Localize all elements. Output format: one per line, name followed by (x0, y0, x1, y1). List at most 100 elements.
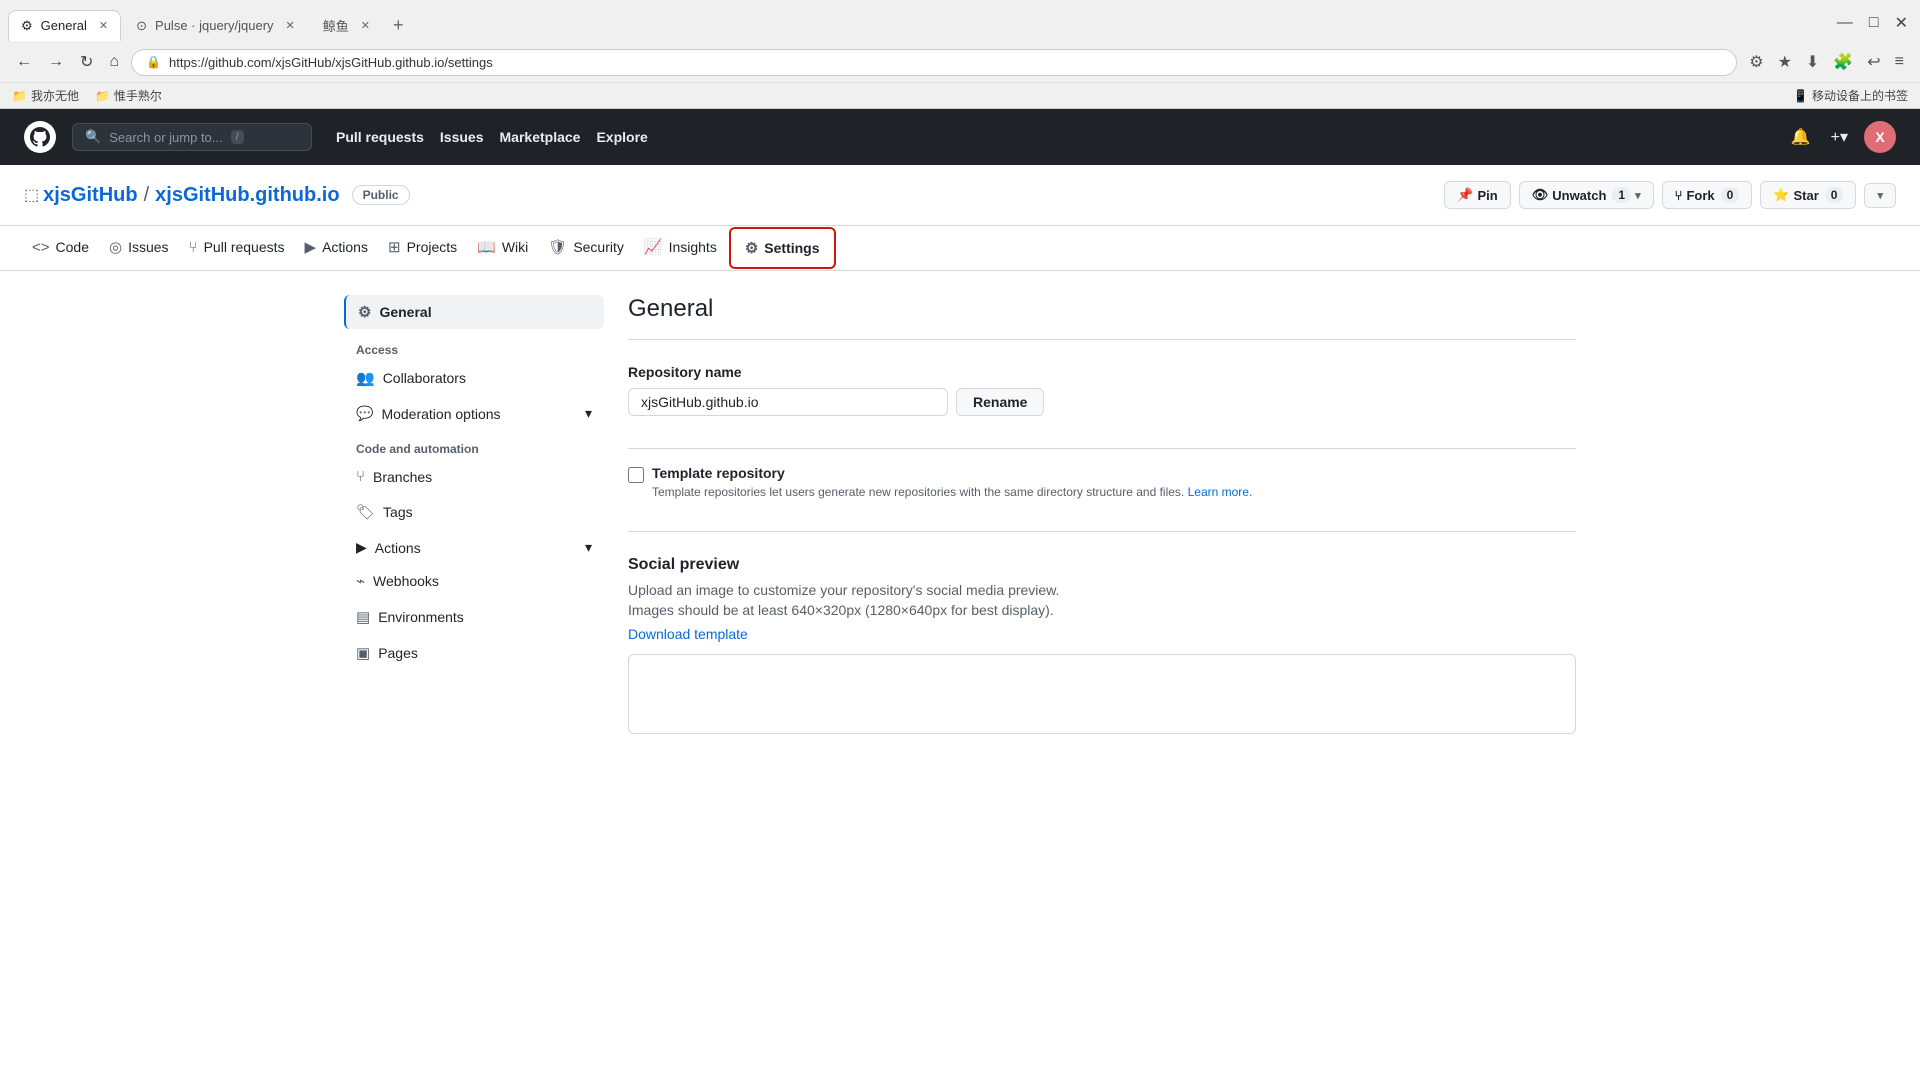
actions-chevron-icon: ▾ (585, 539, 592, 556)
browser-extensions-btn[interactable]: 🧩 (1829, 48, 1857, 76)
nav-tab-settings[interactable]: ⚙ Settings (729, 227, 836, 269)
sidebar-item-branches[interactable]: ⑂ Branches (344, 460, 604, 493)
sidebar-item-moderation[interactable]: 💬 Moderation options ▾ (344, 397, 604, 430)
bookmark-label-2: 惟手熟尔 (114, 87, 162, 104)
issues-nav-icon: ◎ (109, 238, 122, 256)
bookmark-button[interactable]: ★ (1774, 48, 1796, 76)
sidebar-item-general[interactable]: ⚙ General (344, 295, 604, 329)
repo-name-input[interactable] (628, 388, 948, 416)
sidebar-item-tags[interactable]: 🏷 Tags (344, 495, 604, 529)
sidebar-item-webhooks[interactable]: ⌁ Webhooks (344, 564, 604, 598)
wiki-nav-label: Wiki (502, 239, 528, 255)
new-item-button[interactable]: +▾ (1827, 123, 1852, 151)
social-preview-section: Social preview Upload an image to custom… (628, 556, 1576, 734)
undo-button[interactable]: ↩ (1863, 48, 1884, 76)
nav-marketplace[interactable]: Marketplace (500, 129, 581, 145)
webhooks-icon: ⌁ (356, 572, 365, 590)
nav-tab-pull-requests[interactable]: ⑂ Pull requests (181, 227, 293, 270)
rename-button[interactable]: Rename (956, 388, 1044, 416)
nav-tab-wiki[interactable]: 📖 Wiki (469, 226, 536, 270)
search-box[interactable]: 🔍 Search or jump to... / (72, 123, 312, 151)
forward-button[interactable]: → (44, 49, 68, 75)
security-icon: 🔒 (146, 55, 161, 69)
nav-tab-actions[interactable]: ▶ Actions (297, 226, 376, 270)
repo-nav: <> Code ◎ Issues ⑂ Pull requests ▶ Actio… (0, 226, 1920, 271)
fork-button[interactable]: ⑂ Fork 0 (1662, 181, 1753, 209)
prs-nav-label: Pull requests (204, 239, 285, 255)
star-button[interactable]: ⭐ Star 0 (1760, 181, 1856, 209)
bookmark-folder-icon-1: 📁 (12, 89, 27, 103)
pin-icon: 📌 (1457, 187, 1473, 203)
tags-icon: 🏷 (356, 503, 375, 521)
repo-name-section-title: Repository name (628, 364, 1576, 380)
tab-fish[interactable]: 鲸鱼 ✕ (310, 8, 383, 42)
close-browser-button[interactable]: ✕ (1891, 9, 1912, 37)
star-icon: ⭐ (1773, 187, 1789, 203)
github-logo[interactable] (24, 121, 56, 153)
bookmark-1[interactable]: 📁 我亦无他 (12, 87, 79, 104)
unwatch-button[interactable]: 👁 Unwatch 1 ▾ (1519, 181, 1654, 209)
tab-close-pulse[interactable]: ✕ (286, 19, 295, 32)
nav-tab-issues[interactable]: ◎ Issues (101, 226, 177, 270)
repo-type-icon: ⬚ (24, 185, 39, 205)
refresh-button[interactable]: ↻ (76, 48, 97, 76)
divider-2 (628, 531, 1576, 532)
minimize-button[interactable]: — (1833, 9, 1857, 37)
search-icon: 🔍 (85, 129, 101, 145)
address-bar[interactable]: 🔒 https://github.com/xjsGitHub/xjsGitHub… (131, 49, 1737, 76)
github-nav: Pull requests Issues Marketplace Explore (336, 129, 648, 145)
notifications-button[interactable]: 🔔 (1787, 123, 1815, 151)
wiki-nav-icon: 📖 (477, 238, 496, 256)
tab-title-pulse: Pulse · jquery/jquery (155, 18, 274, 33)
maximize-button[interactable]: □ (1865, 9, 1883, 37)
general-sidebar-icon: ⚙ (358, 303, 371, 321)
template-repo-checkbox[interactable] (628, 467, 644, 483)
nav-issues[interactable]: Issues (440, 129, 484, 145)
tab-general[interactable]: ⚙ General ✕ (8, 10, 121, 41)
unwatch-dropdown-icon: ▾ (1635, 189, 1641, 202)
sidebar-item-actions[interactable]: ▶ Actions ▾ (344, 531, 604, 564)
nav-tab-projects[interactable]: ⊞ Projects (380, 226, 465, 270)
template-repo-desc: Template repositories let users generate… (652, 485, 1252, 499)
nav-tab-security[interactable]: 🛡 Security (540, 226, 632, 270)
social-preview-desc: Upload an image to customize your reposi… (628, 582, 1576, 598)
bookmark-2[interactable]: 📁 惟手熟尔 (95, 87, 162, 104)
download-template-link[interactable]: Download template (628, 626, 1576, 642)
divider-1 (628, 448, 1576, 449)
repo-name[interactable]: xjsGitHub.github.io (155, 184, 339, 207)
sidebar-collaborators-label: Collaborators (383, 370, 466, 386)
pin-button[interactable]: 📌 Pin (1444, 181, 1510, 209)
avatar[interactable]: X (1864, 121, 1896, 153)
eye-icon: 👁 (1532, 187, 1549, 203)
menu-button[interactable]: ≡ (1891, 49, 1908, 75)
access-section-label: Access (344, 331, 604, 361)
star-dropdown-button[interactable]: ▾ (1864, 183, 1896, 208)
sidebar-general-label: General (379, 304, 431, 320)
url-text: https://github.com/xjsGitHub/xjsGitHub.g… (169, 55, 1722, 70)
sidebar-item-pages[interactable]: ▣ Pages (344, 636, 604, 670)
prs-nav-icon: ⑂ (189, 239, 198, 256)
new-tab-button[interactable]: + (385, 11, 412, 40)
nav-tab-insights[interactable]: 📈 Insights (636, 226, 725, 270)
tab-close-general[interactable]: ✕ (99, 19, 108, 32)
mobile-bookmarks[interactable]: 📱 移动设备上的书签 (1793, 87, 1908, 104)
repo-owner[interactable]: xjsGitHub (43, 184, 137, 207)
main-content: ⚙ General Access 👥 Collaborators 💬 Moder… (320, 271, 1600, 758)
sidebar-tags-label: Tags (383, 504, 413, 520)
tab-close-fish[interactable]: ✕ (361, 19, 370, 32)
nav-pull-requests[interactable]: Pull requests (336, 129, 424, 145)
pin-label: Pin (1477, 188, 1497, 203)
home-button[interactable]: ⌂ (105, 49, 123, 75)
sidebar-branches-label: Branches (373, 469, 432, 485)
sidebar-item-collaborators[interactable]: 👥 Collaborators (344, 361, 604, 395)
nav-explore[interactable]: Explore (596, 129, 647, 145)
sidebar-moderation-label: Moderation options (381, 406, 500, 422)
template-checkbox-row: Template repository Template repositorie… (628, 465, 1576, 499)
extensions-button[interactable]: ⚙ (1745, 48, 1767, 76)
download-button[interactable]: ⬇ (1802, 48, 1823, 76)
tab-pulse[interactable]: ⊙ Pulse · jquery/jquery ✕ (123, 10, 308, 41)
sidebar-item-environments[interactable]: ▤ Environments (344, 600, 604, 634)
back-button[interactable]: ← (12, 49, 36, 75)
learn-more-link[interactable]: Learn more. (1188, 485, 1253, 499)
nav-tab-code[interactable]: <> Code (24, 227, 97, 270)
